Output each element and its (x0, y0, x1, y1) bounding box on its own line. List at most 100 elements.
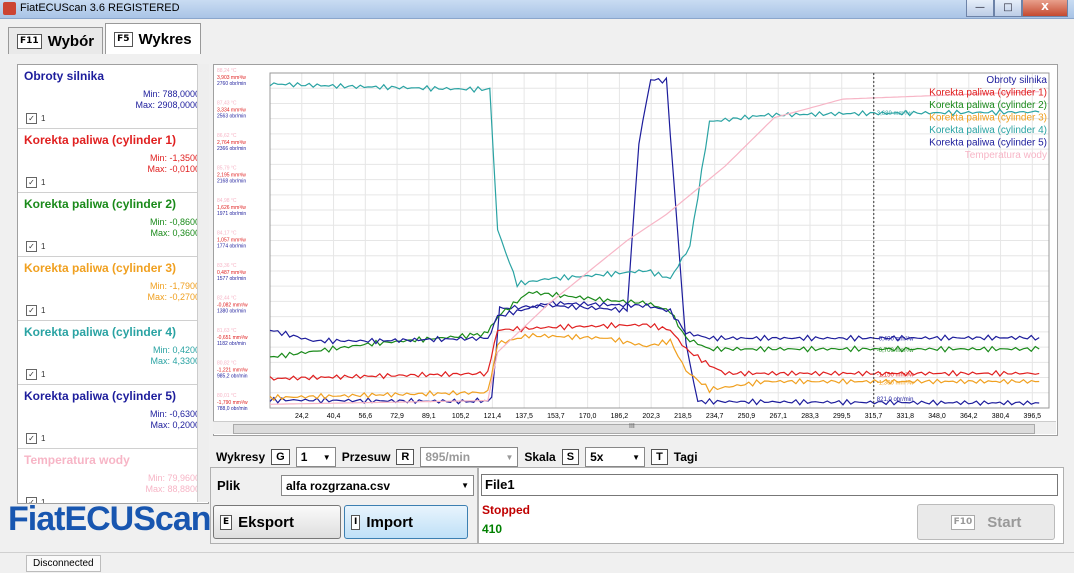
maximize-button[interactable]: □ (994, 0, 1022, 17)
parameter-item[interactable]: Korekta paliwa (cylinder 2) Min: -0,8600 M… (18, 193, 208, 257)
tab-wybor-key: F11 (17, 33, 42, 49)
wykresy-select[interactable]: 1 ▼ (295, 447, 336, 467)
series-line (269, 91, 1040, 405)
checkmark-icon: ✓ (26, 113, 37, 124)
y-tick-label-temp: 83,36 °C (217, 263, 237, 269)
parameter-max: Max: 4,3300 (150, 356, 200, 366)
parameter-max: Max: 0,2000 (150, 420, 200, 430)
y-tick-label-temp: 87,43 °C (217, 101, 237, 107)
parameter-item[interactable]: Temperatura wody Min: 79,9600 Max: 88,8800… (18, 449, 208, 503)
parameter-visible-checkbox[interactable]: ✓ 1 (26, 241, 45, 252)
parameter-visible-checkbox[interactable]: ✓ 1 (26, 369, 45, 380)
przesuw-label: Przesuw (341, 450, 391, 464)
series-line (269, 300, 1040, 345)
parameter-visible-checkbox[interactable]: ✓ 1 (26, 305, 45, 316)
parameter-min: Min: 0,4200 (152, 345, 200, 355)
x-tick-label: 202,3 (642, 413, 660, 420)
legend-entry: Korekta paliwa (cylinder 1) (929, 88, 1047, 99)
parameter-max: Max: 2908,0000 (135, 100, 200, 110)
window-title: FiatECUScan 3.6 REGISTERED (20, 2, 180, 14)
x-tick-label: 89,1 (422, 413, 436, 420)
parameter-check-label: 1 (41, 306, 46, 315)
skala-select[interactable]: 5x ▼ (585, 447, 646, 467)
y-tick-label-temp: 86,62 °C (217, 133, 237, 139)
cursor-value-label: -1,300 mm³/w (877, 380, 914, 386)
chevron-down-icon: ▼ (505, 452, 514, 462)
skala-key[interactable]: S (561, 449, 580, 465)
parameter-min: Min: 79,9600 (147, 473, 200, 483)
tab-wykres[interactable]: F5 Wykres (105, 23, 201, 54)
cursor-value-label: -0,490 mm³/w (877, 337, 914, 343)
parameter-min: Min: 788,0000 (142, 89, 200, 99)
cursor-value-label: -1,150 mm³/w (877, 372, 914, 378)
checkmark-icon: ✓ (26, 433, 37, 444)
app-icon (3, 2, 16, 15)
parameter-min: Min: -1,7900 (149, 281, 200, 291)
series-line (269, 76, 1040, 406)
tagi-label[interactable]: Tagi (674, 450, 698, 464)
x-tick-label: 250,9 (738, 413, 756, 420)
parameter-name: Temperatura wody (24, 453, 130, 467)
legend-entry: Korekta paliwa (cylinder 5) (929, 138, 1047, 149)
tab-wybor-label: Wybór (47, 32, 95, 50)
x-tick-label: 72,9 (390, 413, 404, 420)
przesuw-select[interactable]: 895/min ▼ (420, 447, 519, 467)
legend-entry: Korekta paliwa (cylinder 2) (929, 100, 1047, 111)
import-button[interactable]: I Import (344, 505, 468, 539)
parameter-check-label: 1 (41, 370, 46, 379)
file-panel: Plik alfa rozgrzana.csv ▼ E Eksport I Imp… (210, 467, 478, 544)
parameter-item[interactable]: Korekta paliwa (cylinder 1) Min: -1,3500 M… (18, 129, 208, 193)
parameter-min: Min: -1,3500 (149, 153, 200, 163)
start-button[interactable]: F10 Start (917, 504, 1055, 540)
minimize-button[interactable]: — (966, 0, 994, 17)
chart-svg[interactable]: 24,2 40,4 56,6 72,9 89,1 105,2 121,4 137,5 153,7… (214, 65, 1057, 421)
x-tick-label: 105,2 (452, 413, 470, 420)
x-tick-label: 137,5 (515, 413, 533, 420)
przesuw-key[interactable]: R (396, 449, 415, 465)
status-text: Stopped (482, 503, 530, 517)
import-label: Import (366, 513, 414, 531)
tab-wykres-key: F5 (114, 31, 133, 47)
file-select-value: alfa rozgrzana.csv (286, 478, 391, 493)
wykresy-key[interactable]: G (271, 449, 290, 465)
parameter-max: Max: -0,0100 (147, 164, 200, 174)
x-tick-label: 24,2 (295, 413, 309, 420)
chevron-down-icon: ▼ (632, 452, 641, 462)
parameter-item[interactable]: Korekta paliwa (cylinder 4) Min: 0,4200 Ma… (18, 321, 208, 385)
y-tick-label-temp: 81,63 °C (217, 328, 237, 334)
close-button[interactable]: X (1022, 0, 1068, 17)
tagi-key[interactable]: T (651, 449, 668, 465)
scroll-grip: III (629, 423, 635, 430)
checkmark-icon: ✓ (26, 369, 37, 380)
parameter-item[interactable]: Korekta paliwa (cylinder 5) Min: -0,6300 M… (18, 385, 208, 449)
chart-scrollbar[interactable]: III (213, 421, 1056, 434)
parameter-visible-checkbox[interactable]: ✓ 1 (26, 113, 45, 124)
parameter-visible-checkbox[interactable]: ✓ 1 (26, 433, 45, 444)
parameter-list: Obroty silnika Min: 788,0000 Max: 2908,000… (17, 64, 209, 504)
chart-scrollbar-thumb[interactable]: III (233, 423, 1035, 434)
parameter-item[interactable]: Obroty silnika Min: 788,0000 Max: 2908,000… (18, 65, 208, 129)
chart-panel: 24,2 40,4 56,6 72,9 89,1 105,2 121,4 137,5 153,7… (213, 64, 1058, 436)
parameter-name: Korekta paliwa (cylinder 1) (24, 133, 177, 147)
parameter-list-scrollbar[interactable] (197, 64, 209, 502)
file-select[interactable]: alfa rozgrzana.csv ▼ (281, 475, 474, 496)
x-tick-label: 283,3 (801, 413, 819, 420)
y-tick-label-rpm: 2563 obr/min (217, 114, 246, 120)
export-key: E (220, 514, 233, 530)
parameter-item[interactable]: Korekta paliwa (cylinder 3) Min: -1,7900 M… (18, 257, 208, 321)
y-tick-label-rpm: 2366 obr/min (217, 146, 246, 152)
export-button[interactable]: E Eksport (213, 505, 341, 539)
import-key: I (351, 514, 361, 530)
parameter-name: Korekta paliwa (cylinder 5) (24, 389, 177, 403)
file-name-field[interactable]: File1 (481, 474, 1058, 496)
parameter-min: Min: -0,6300 (149, 409, 200, 419)
checkmark-icon: ✓ (26, 241, 37, 252)
x-tick-label: 331,8 (897, 413, 915, 420)
tab-wybor[interactable]: F11 Wybór (8, 27, 104, 54)
checkmark-icon: ✓ (26, 177, 37, 188)
parameter-max: Max: 88,8800 (145, 484, 200, 494)
parameter-visible-checkbox[interactable]: ✓ 1 (26, 177, 45, 188)
parameter-min: Min: -0,8600 (149, 217, 200, 227)
cursor-value-label: 821,0 obr/min (877, 397, 914, 403)
parameter-check-label: 1 (41, 434, 46, 443)
